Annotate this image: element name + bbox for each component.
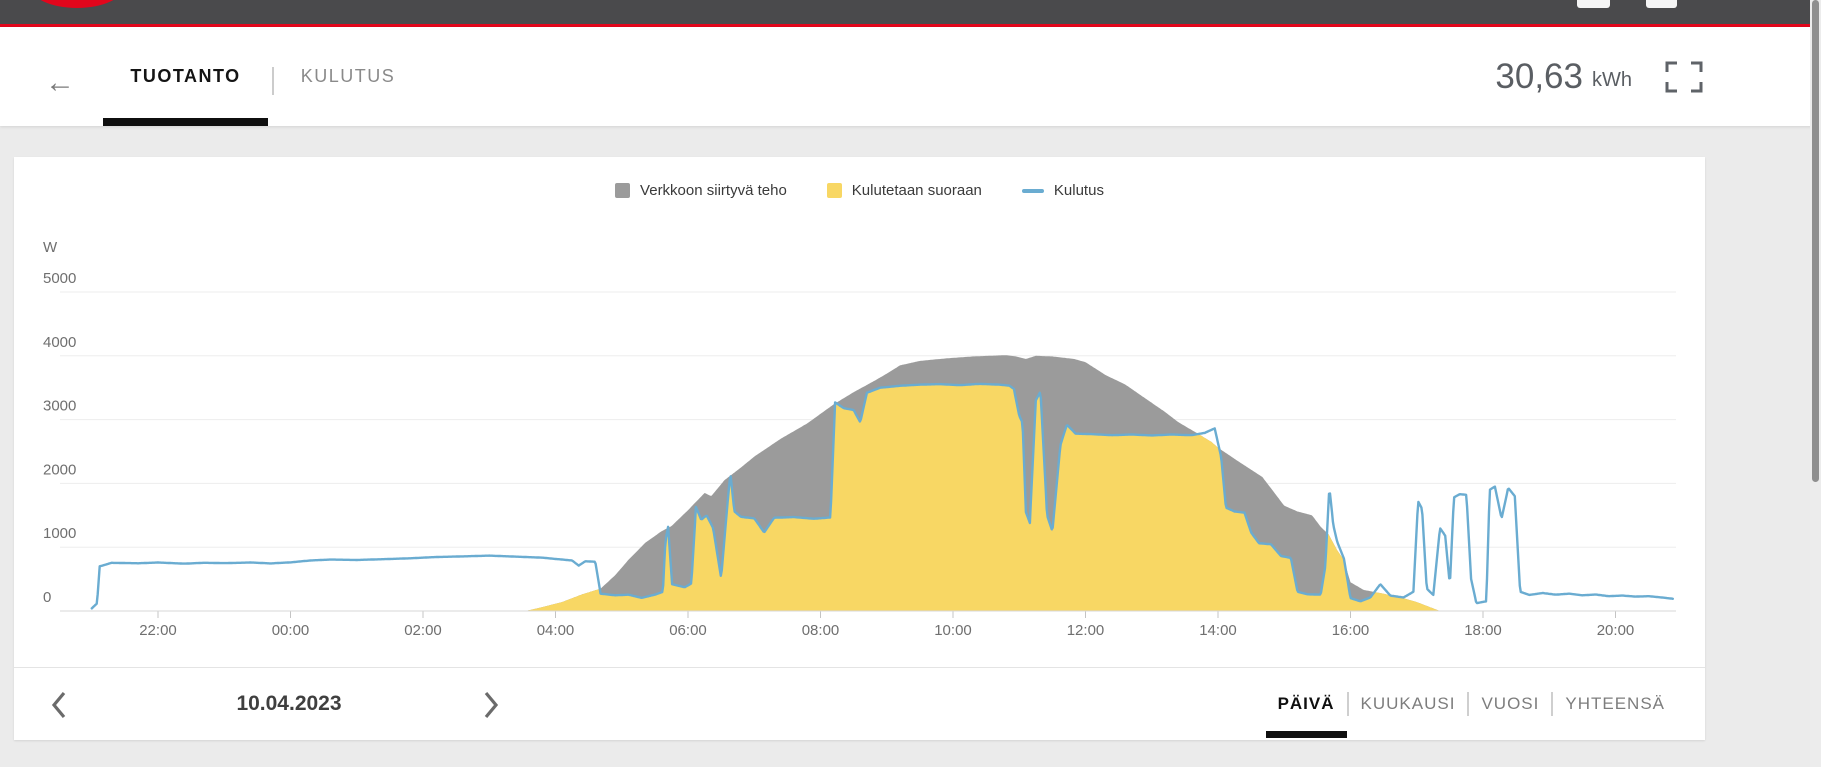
svg-text:06:00: 06:00	[669, 622, 707, 639]
production-chart[interactable]: 0 1000 2000 3000 4000 5000 W 22:00 00:00 02:00 04:…	[14, 157, 1705, 667]
period-tab-paiva[interactable]: PÄIVÄ	[1266, 668, 1347, 740]
chevron-right-icon	[483, 691, 499, 719]
blue-line-swatch-icon	[1022, 189, 1044, 193]
svg-text:00:00: 00:00	[272, 622, 310, 639]
chart-footer: 10.04.2023 PÄIVÄ KUUKAUSI VUOSI	[14, 667, 1705, 740]
svg-text:12:00: 12:00	[1067, 622, 1105, 639]
chart-card: 0 1000 2000 3000 4000 5000 W 22:00 00:00 02:00 04:…	[14, 157, 1705, 740]
tab-tuotanto[interactable]: TUOTANTO	[103, 27, 268, 126]
next-day-button[interactable]	[474, 688, 508, 722]
svg-text:4000: 4000	[43, 334, 76, 351]
svg-text:20:00: 20:00	[1597, 622, 1635, 639]
period-tab-label: KUUKAUSI	[1361, 694, 1456, 714]
chart-legend: Verkkoon siirtyvä teho Kulutetaan suoraa…	[14, 182, 1705, 199]
period-tab-bar: PÄIVÄ KUUKAUSI VUOSI YHTEENSÄ	[1266, 668, 1677, 740]
legend-label: Kulutetaan suoraan	[852, 182, 982, 199]
legend-label: Verkkoon siirtyvä teho	[640, 182, 787, 199]
previous-day-button[interactable]	[42, 688, 76, 722]
svg-text:22:00: 22:00	[139, 622, 177, 639]
period-tab-yhteensa[interactable]: YHTEENSÄ	[1553, 668, 1677, 740]
scrollbar-thumb[interactable]	[1812, 0, 1819, 482]
back-arrow-icon: ←	[45, 66, 75, 100]
energy-unit: kWh	[1592, 61, 1632, 92]
tab-label: TUOTANTO	[130, 66, 240, 87]
selected-date: 10.04.2023	[174, 668, 404, 740]
period-tab-kuukausi[interactable]: KUUKAUSI	[1349, 668, 1468, 740]
back-button[interactable]: ←	[40, 63, 80, 103]
fullscreen-icon[interactable]	[1665, 61, 1703, 93]
period-tab-label: PÄIVÄ	[1278, 694, 1335, 714]
tab-label: KULUTUS	[301, 66, 396, 87]
view-tab-bar: ← TUOTANTO KULUTUS 30,63 kWh	[0, 27, 1821, 126]
energy-total: 30,63 kWh	[1495, 27, 1703, 126]
svg-text:5000: 5000	[43, 270, 76, 287]
brand-logo-icon	[29, 0, 125, 8]
svg-text:10:00: 10:00	[934, 622, 972, 639]
window-button[interactable]	[1646, 0, 1677, 8]
svg-text:14:00: 14:00	[1199, 622, 1237, 639]
svg-text:1000: 1000	[43, 525, 76, 542]
chevron-left-icon	[51, 691, 67, 719]
yellow-area-swatch-icon	[827, 183, 842, 198]
app-top-bar	[0, 0, 1821, 24]
svg-text:W: W	[43, 239, 58, 256]
gray-area-swatch-icon	[615, 183, 630, 198]
period-tab-label: VUOSI	[1481, 694, 1539, 714]
svg-text:18:00: 18:00	[1464, 622, 1502, 639]
tab-separator	[272, 67, 274, 95]
svg-text:02:00: 02:00	[404, 622, 442, 639]
svg-text:3000: 3000	[43, 398, 76, 415]
energy-value: 30,63	[1495, 57, 1583, 97]
legend-item-grid-export[interactable]: Verkkoon siirtyvä teho	[615, 182, 787, 199]
svg-text:0: 0	[43, 589, 51, 606]
tab-kulutus[interactable]: KULUTUS	[293, 27, 403, 126]
active-period-underline	[1266, 731, 1347, 738]
svg-text:04:00: 04:00	[537, 622, 575, 639]
legend-label: Kulutus	[1054, 182, 1104, 199]
app-window: ← TUOTANTO KULUTUS 30,63 kWh 0 1000 2000 30…	[0, 0, 1821, 767]
active-tab-underline	[103, 118, 268, 126]
period-tab-label: YHTEENSÄ	[1565, 694, 1665, 714]
scrollbar-track[interactable]	[1810, 0, 1821, 767]
svg-text:16:00: 16:00	[1332, 622, 1370, 639]
window-button[interactable]	[1577, 0, 1610, 8]
legend-item-consumption[interactable]: Kulutus	[1022, 182, 1104, 199]
svg-text:2000: 2000	[43, 461, 76, 478]
period-tab-vuosi[interactable]: VUOSI	[1469, 668, 1551, 740]
svg-text:08:00: 08:00	[802, 622, 840, 639]
legend-item-direct-use[interactable]: Kulutetaan suoraan	[827, 182, 982, 199]
